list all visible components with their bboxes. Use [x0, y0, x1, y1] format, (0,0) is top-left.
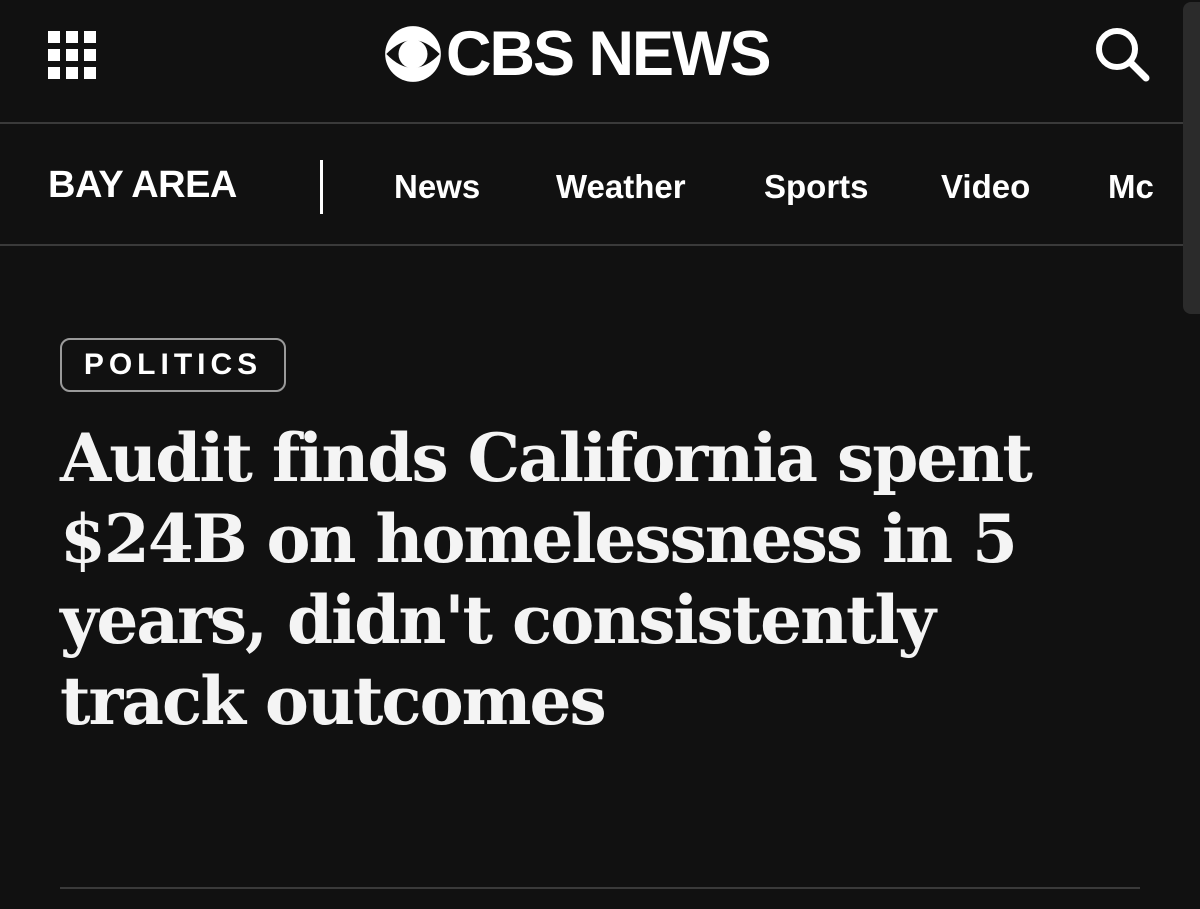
divider	[60, 887, 1140, 889]
cbs-news-logo[interactable]: CBS NEWS	[384, 18, 772, 89]
page: CBS NEWS BAY AREA News Weather Sports Vi…	[0, 0, 1200, 909]
article-headline: Audit finds California spent $24B on hom…	[60, 419, 1033, 740]
nav-divider	[320, 160, 323, 214]
section-nav: BAY AREA News Weather Sports Video Mc	[0, 124, 1200, 246]
grid-menu-icon[interactable]	[48, 31, 96, 79]
nav-item-more-clip: Mc	[1108, 168, 1154, 206]
nav-item-more[interactable]: Mc	[1108, 168, 1154, 206]
cbs-eye-icon	[385, 26, 441, 82]
top-header: CBS NEWS	[0, 0, 1200, 124]
nav-item-sports[interactable]: Sports	[764, 168, 869, 206]
logo-text: CBS NEWS	[446, 18, 772, 89]
nav-item-news[interactable]: News	[394, 168, 480, 206]
search-icon[interactable]	[1094, 26, 1150, 82]
category-badge[interactable]: POLITICS	[60, 338, 286, 392]
section-title[interactable]: BAY AREA	[48, 164, 237, 207]
nav-item-weather[interactable]: Weather	[556, 168, 686, 206]
scrollbar[interactable]	[1183, 2, 1200, 314]
nav-item-video[interactable]: Video	[941, 168, 1030, 206]
